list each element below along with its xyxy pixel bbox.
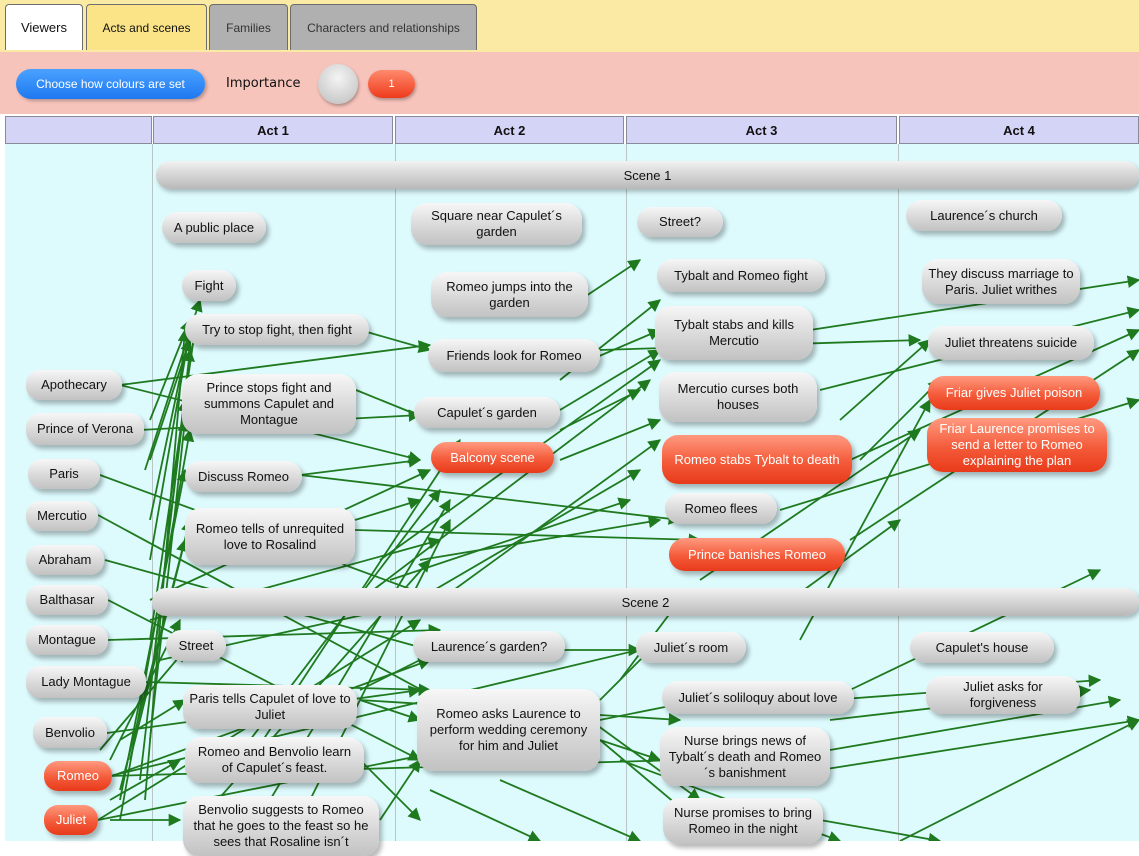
column-divider	[152, 144, 153, 841]
event-node[interactable]: They discuss marriage to Paris. Juliet w…	[922, 259, 1080, 304]
toolbar: Choose how colours are set Importance 1	[0, 52, 1139, 114]
event-node[interactable]: Benvolio suggests to Romeo that he goes …	[183, 796, 379, 856]
character-node[interactable]: Benvolio	[33, 717, 107, 748]
importance-label: Importance	[226, 76, 301, 91]
importance-value-badge[interactable]: 1	[368, 70, 415, 98]
character-node[interactable]: Mercutio	[26, 501, 98, 531]
event-node[interactable]: Street?	[637, 207, 723, 237]
event-node[interactable]: A public place	[162, 212, 266, 243]
event-node[interactable]: Balcony scene	[431, 442, 554, 473]
event-node[interactable]: Juliet asks for forgiveness	[926, 676, 1080, 714]
character-node[interactable]: Balthasar	[26, 585, 108, 615]
character-node[interactable]: Abraham	[26, 545, 104, 575]
character-node[interactable]: Montague	[26, 625, 108, 655]
character-node[interactable]: Prince of Verona	[26, 413, 144, 445]
character-node[interactable]: Romeo	[44, 761, 112, 791]
choose-colours-button[interactable]: Choose how colours are set	[16, 69, 205, 99]
event-node[interactable]: Tybalt stabs and kills Mercutio	[655, 306, 813, 360]
column-divider	[626, 144, 627, 841]
event-node[interactable]: Romeo tells of unrequited love to Rosali…	[185, 508, 355, 565]
event-node[interactable]: Laurence´s garden?	[413, 631, 565, 662]
tab-acts-and-scenes[interactable]: Acts and scenes	[86, 4, 207, 50]
character-node[interactable]: Juliet	[44, 805, 98, 835]
event-node[interactable]: Street	[166, 630, 226, 661]
character-node[interactable]: Lady Montague	[26, 666, 146, 698]
event-node[interactable]: Juliet´s room	[636, 632, 746, 663]
event-node[interactable]: Friends look for Romeo	[428, 339, 600, 372]
scene-bar-1: Scene 1	[156, 161, 1139, 189]
column-divider	[395, 144, 396, 841]
tab-viewers[interactable]: Viewers	[5, 4, 83, 50]
event-node[interactable]: Juliet´s soliloquy about love	[662, 681, 854, 714]
event-node[interactable]: Capulet's house	[910, 632, 1054, 663]
event-node[interactable]: Romeo jumps into the garden	[431, 272, 588, 317]
importance-toggle[interactable]	[318, 64, 358, 104]
event-node[interactable]: Laurence´s church	[906, 200, 1062, 231]
scene-bar-2: Scene 2	[152, 588, 1139, 616]
event-node[interactable]: Prince stops fight and summons Capulet a…	[182, 374, 356, 434]
character-node[interactable]: Apothecary	[26, 370, 122, 400]
event-node[interactable]: Friar gives Juliet poison	[928, 376, 1100, 410]
event-node[interactable]: Friar Laurence promises to send a letter…	[927, 418, 1107, 472]
event-node[interactable]: Nurse promises to bring Romeo in the nig…	[663, 798, 823, 844]
event-node[interactable]: Romeo flees	[665, 493, 777, 524]
event-node[interactable]: Fight	[182, 270, 236, 301]
event-node[interactable]: Paris tells Capulet of love to Juliet	[183, 685, 357, 729]
event-node[interactable]: Juliet threatens suicide	[928, 326, 1094, 360]
character-column-header	[5, 116, 152, 144]
event-node[interactable]: Square near Capulet´s garden	[411, 203, 582, 245]
tab-bar: Viewers Acts and scenes Families Charact…	[0, 0, 1139, 52]
act-header-4: Act 4	[899, 116, 1139, 144]
event-node[interactable]: Prince banishes Romeo	[669, 538, 845, 571]
act-header-3: Act 3	[626, 116, 897, 144]
event-node[interactable]: Nurse brings news of Tybalt´s death and …	[660, 727, 830, 786]
tab-characters-and-relationships[interactable]: Characters and relationships	[290, 4, 477, 50]
event-node[interactable]: Romeo and Benvolio learn of Capulet´s fe…	[185, 737, 364, 783]
event-node[interactable]: Capulet´s garden	[414, 397, 560, 428]
act-header-1: Act 1	[153, 116, 393, 144]
character-node[interactable]: Paris	[28, 459, 100, 489]
act-header-2: Act 2	[395, 116, 624, 144]
event-node[interactable]: Romeo stabs Tybalt to death	[662, 435, 852, 484]
column-divider	[898, 144, 899, 841]
event-node[interactable]: Try to stop fight, then fight	[185, 314, 369, 345]
event-node[interactable]: Mercutio curses both houses	[659, 372, 817, 422]
event-node[interactable]: Romeo asks Laurence to perform wedding c…	[417, 689, 600, 771]
event-node[interactable]: Tybalt and Romeo fight	[657, 259, 825, 292]
tab-families[interactable]: Families	[209, 4, 288, 50]
event-node[interactable]: Discuss Romeo	[185, 461, 302, 492]
